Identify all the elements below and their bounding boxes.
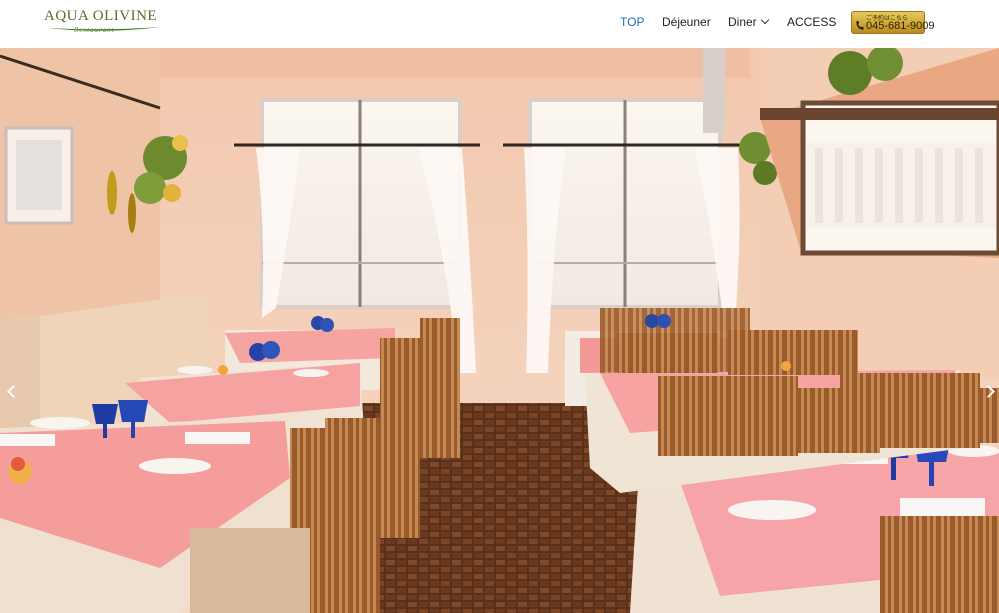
chevron-left-icon: [7, 385, 20, 398]
phone-icon: [856, 21, 864, 30]
restaurant-interior-image: [0, 48, 999, 613]
hero-slider: [0, 48, 999, 613]
nav-item-access[interactable]: ACCESS: [787, 15, 836, 29]
site-logo[interactable]: AQUA OLIVINE Restaurant: [44, 8, 162, 36]
nav-item-diner-label: Diner: [728, 15, 757, 29]
nav-item-diner[interactable]: Diner: [728, 15, 769, 29]
site-header: AQUA OLIVINE Restaurant TOP Déjeuner Din…: [0, 0, 999, 48]
logo-subtitle: Restaurant: [74, 26, 115, 34]
chevron-down-icon: [760, 15, 769, 25]
slider-prev-arrow[interactable]: [4, 382, 20, 402]
chevron-right-icon: [982, 385, 995, 398]
nav-item-top[interactable]: TOP: [620, 15, 644, 29]
logo-text: AQUA OLIVINE: [44, 8, 158, 24]
slider-next-arrow[interactable]: [982, 382, 997, 402]
nav-item-dejeuner[interactable]: Déjeuner: [662, 15, 711, 29]
reservation-button[interactable]: ご予約はこちら 045-681-9009: [851, 11, 935, 34]
reservation-phone: 045-681-9009: [866, 20, 935, 32]
